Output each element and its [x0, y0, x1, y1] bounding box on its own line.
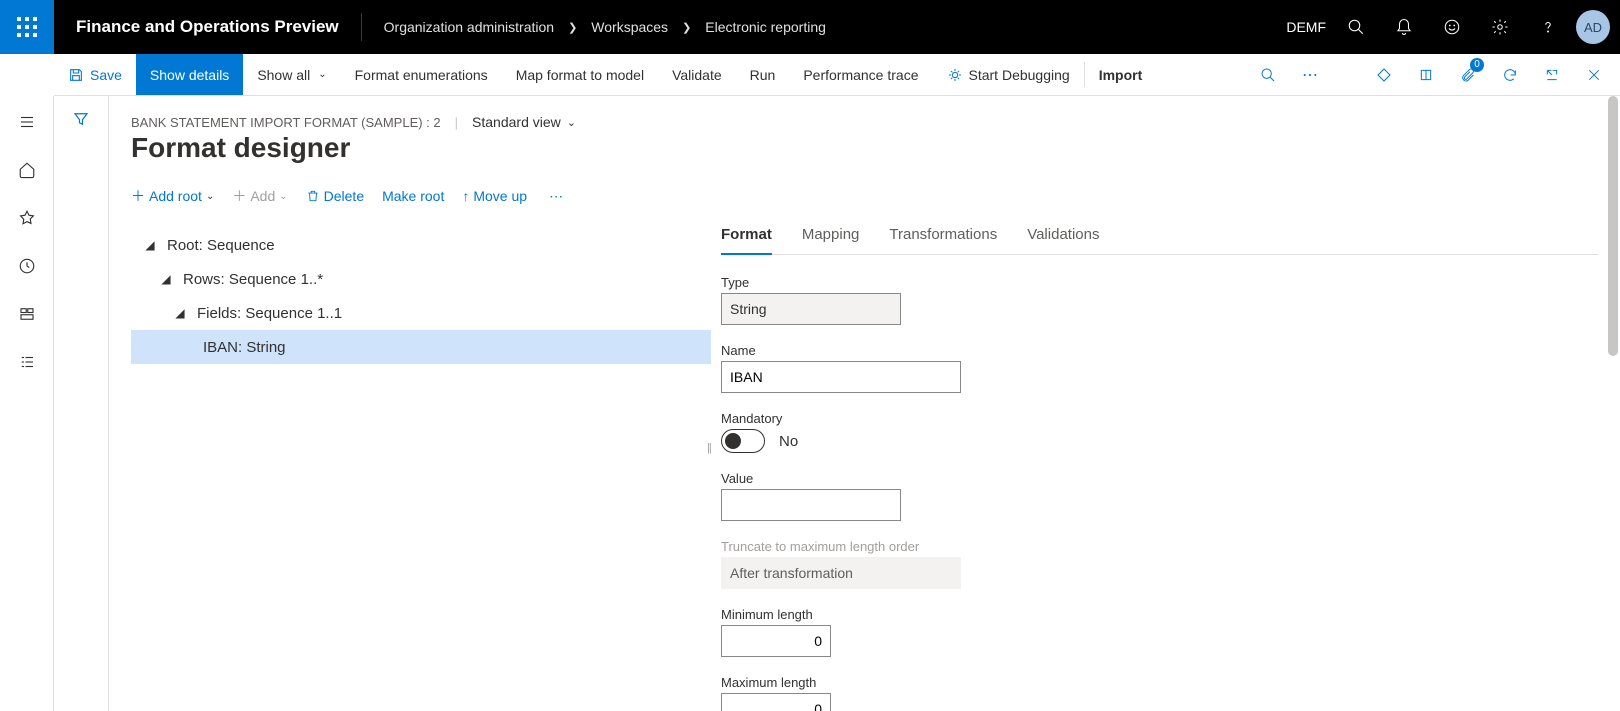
search-icon[interactable] — [1332, 0, 1380, 54]
min-length-label: Minimum length — [721, 607, 1021, 622]
box-icon[interactable] — [1406, 54, 1446, 96]
avatar[interactable]: AD — [1576, 10, 1610, 44]
smile-icon[interactable] — [1428, 0, 1476, 54]
max-length-field[interactable] — [721, 693, 831, 711]
breadcrumb-item[interactable]: Electronic reporting — [705, 19, 826, 35]
app-title: Finance and Operations Preview — [54, 17, 361, 37]
format-tree: ◢ Root: Sequence ◢ Rows: Sequence 1..* ◢… — [131, 222, 711, 711]
map-format-button[interactable]: Map format to model — [502, 54, 658, 95]
show-details-label: Show details — [150, 67, 229, 83]
value-label: Value — [721, 471, 1021, 486]
tab-transformations[interactable]: Transformations — [889, 222, 997, 254]
waffle-icon — [17, 17, 37, 37]
refresh-icon[interactable] — [1490, 54, 1530, 96]
attach-badge: 0 — [1470, 58, 1484, 72]
save-label: Save — [90, 67, 122, 83]
show-all-label: Show all — [257, 67, 310, 83]
tab-mapping[interactable]: Mapping — [802, 222, 860, 254]
name-label: Name — [721, 343, 1021, 358]
tab-validations[interactable]: Validations — [1027, 222, 1099, 254]
delete-button[interactable]: Delete — [306, 188, 364, 204]
tree-node[interactable]: ◢ Rows: Sequence 1..* — [131, 262, 711, 296]
search-bar-icon[interactable] — [1248, 54, 1288, 96]
star-icon[interactable] — [15, 206, 39, 230]
tree-node[interactable]: ◢ Fields: Sequence 1..1 — [131, 296, 711, 330]
chevron-right-icon: ❯ — [682, 21, 691, 34]
recent-icon[interactable] — [15, 254, 39, 278]
make-root-button[interactable]: Make root — [382, 188, 444, 204]
chevron-down-icon: ⌄ — [318, 69, 326, 80]
move-up-button[interactable]: ↑ Move up — [462, 188, 527, 204]
type-label: Type — [721, 275, 1021, 290]
mandatory-toggle[interactable] — [721, 429, 765, 453]
more-ellipsis-icon[interactable]: ⋯ — [1290, 54, 1330, 96]
performance-trace-button[interactable]: Performance trace — [789, 54, 932, 95]
close-icon[interactable] — [1574, 54, 1614, 96]
show-all-button[interactable]: Show all ⌄ — [243, 54, 340, 95]
home-icon[interactable] — [15, 158, 39, 182]
import-button[interactable]: Import — [1085, 54, 1157, 95]
mandatory-value: No — [779, 433, 798, 450]
add-root-button[interactable]: ＋ Add root ⌄ — [131, 186, 214, 206]
show-details-button[interactable]: Show details — [136, 54, 243, 95]
more-ellipsis-icon[interactable]: ⋯ — [545, 188, 569, 205]
caret-down-icon[interactable]: ◢ — [141, 238, 159, 252]
popout-icon[interactable] — [1532, 54, 1572, 96]
save-button[interactable]: Save — [54, 54, 136, 95]
max-length-label: Maximum length — [721, 675, 1021, 690]
workspace-icon[interactable] — [15, 302, 39, 326]
type-field[interactable] — [721, 293, 901, 325]
page-subtitle: BANK STATEMENT IMPORT FORMAT (SAMPLE) : … — [131, 115, 441, 130]
help-icon[interactable] — [1524, 0, 1572, 54]
gear-icon[interactable] — [1476, 0, 1524, 54]
caret-down-icon[interactable]: ◢ — [157, 272, 175, 286]
value-field[interactable] — [721, 489, 901, 521]
add-button: ＋ Add ⌄ — [232, 186, 287, 206]
name-field[interactable] — [721, 361, 961, 393]
tree-node-selected[interactable]: IBAN: String — [131, 330, 711, 364]
truncate-field — [721, 557, 961, 589]
hamburger-icon[interactable] — [15, 110, 39, 134]
modules-icon[interactable] — [15, 350, 39, 374]
caret-down-icon[interactable]: ◢ — [171, 306, 189, 320]
filter-icon[interactable] — [72, 110, 90, 711]
breadcrumb-item[interactable]: Organization administration — [384, 19, 554, 35]
chevron-right-icon: ❯ — [568, 21, 577, 34]
company-code[interactable]: DEMF — [1286, 19, 1332, 35]
truncate-label: Truncate to maximum length order — [721, 539, 1021, 554]
start-debugging-button[interactable]: Start Debugging — [933, 54, 1084, 95]
tree-node[interactable]: ◢ Root: Sequence — [131, 228, 711, 262]
plus-icon: ＋ — [232, 186, 246, 206]
splitter-handle[interactable]: || — [707, 442, 711, 454]
view-selector[interactable]: Standard view ⌄ — [472, 114, 576, 130]
chevron-down-icon: ⌄ — [206, 191, 214, 202]
scrollbar[interactable] — [1608, 96, 1618, 356]
tab-format[interactable]: Format — [721, 222, 772, 255]
arrow-up-icon: ↑ — [462, 188, 469, 204]
plus-icon: ＋ — [131, 186, 145, 206]
validate-button[interactable]: Validate — [658, 54, 736, 95]
diamond-icon[interactable] — [1364, 54, 1404, 96]
min-length-field[interactable] — [721, 625, 831, 657]
run-button[interactable]: Run — [736, 54, 790, 95]
page-title: Format designer — [131, 132, 1598, 164]
breadcrumb-item[interactable]: Workspaces — [591, 19, 668, 35]
format-enumerations-button[interactable]: Format enumerations — [341, 54, 502, 95]
mandatory-label: Mandatory — [721, 411, 1021, 426]
bell-icon[interactable] — [1380, 0, 1428, 54]
attach-icon[interactable]: 0 — [1448, 54, 1488, 96]
chevron-down-icon: ⌄ — [279, 191, 287, 202]
chevron-down-icon: ⌄ — [567, 116, 576, 129]
breadcrumb: Organization administration ❯ Workspaces… — [362, 19, 848, 35]
app-launcher[interactable] — [0, 0, 54, 54]
